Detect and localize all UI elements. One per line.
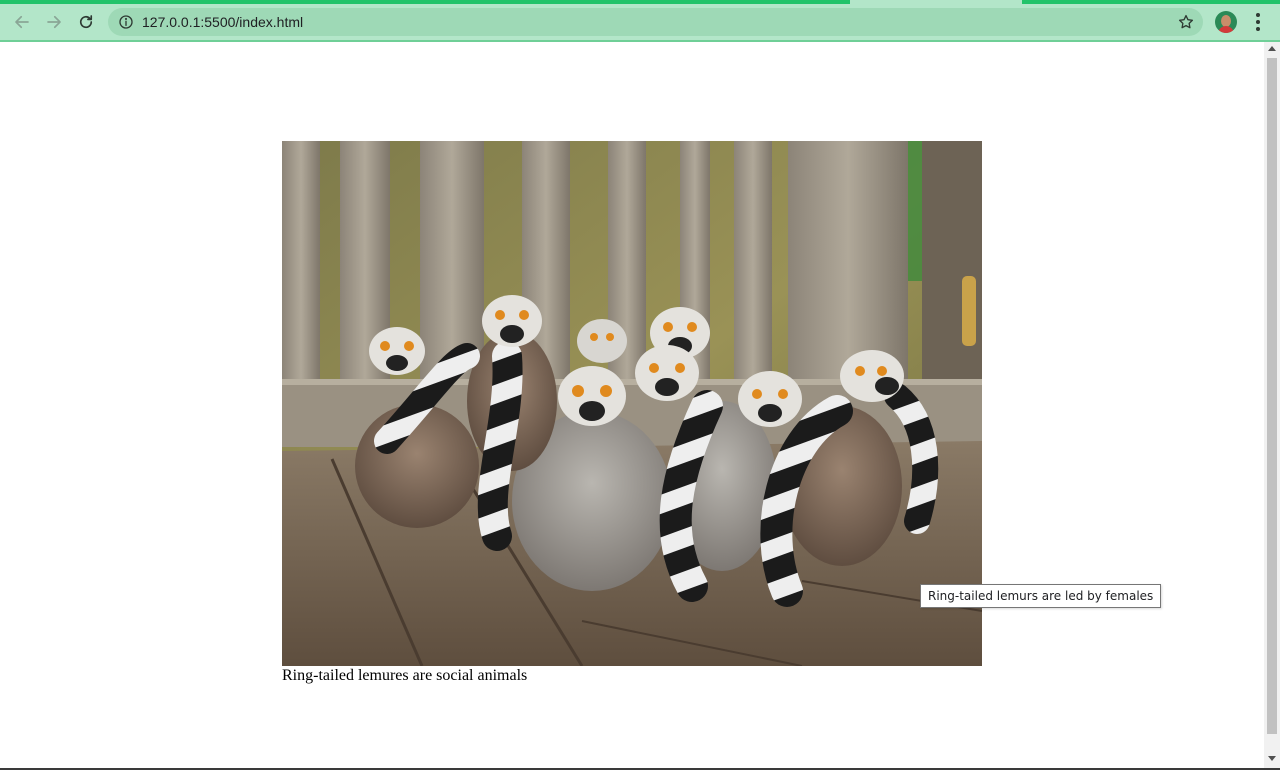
tab-strip-accent: [0, 0, 850, 4]
reload-icon: [79, 15, 93, 29]
scroll-up-arrow-icon[interactable]: [1268, 46, 1276, 51]
page-scrollbar[interactable]: [1264, 42, 1280, 768]
image-caption: Ring-tailed lemures are social animals: [282, 667, 528, 684]
lemur-photo-illustration: [282, 141, 982, 666]
arrow-left-icon: [15, 15, 29, 29]
star-outline-icon[interactable]: [1177, 13, 1195, 31]
url-text[interactable]: 127.0.0.1:5500/index.html: [142, 14, 303, 30]
vertical-dots-icon: [1256, 13, 1260, 31]
browser-toolbar: 127.0.0.1:5500/index.html: [0, 0, 1280, 42]
profile-avatar[interactable]: [1215, 11, 1237, 33]
reload-button[interactable]: [72, 8, 100, 36]
arrow-right-icon: [47, 15, 61, 29]
avatar-body: [1218, 26, 1234, 33]
lemur-image[interactable]: [282, 141, 982, 666]
tab-strip-accent: [1022, 0, 1280, 4]
back-button[interactable]: [8, 8, 36, 36]
image-tooltip: Ring-tailed lemurs are led by females: [920, 584, 1162, 608]
scroll-thumb[interactable]: [1267, 58, 1277, 734]
scroll-down-arrow-icon[interactable]: [1268, 756, 1276, 761]
info-circle-icon[interactable]: [118, 14, 134, 30]
forward-button[interactable]: [40, 8, 68, 36]
address-bar[interactable]: 127.0.0.1:5500/index.html: [108, 8, 1203, 36]
browser-menu-button[interactable]: [1248, 10, 1268, 34]
